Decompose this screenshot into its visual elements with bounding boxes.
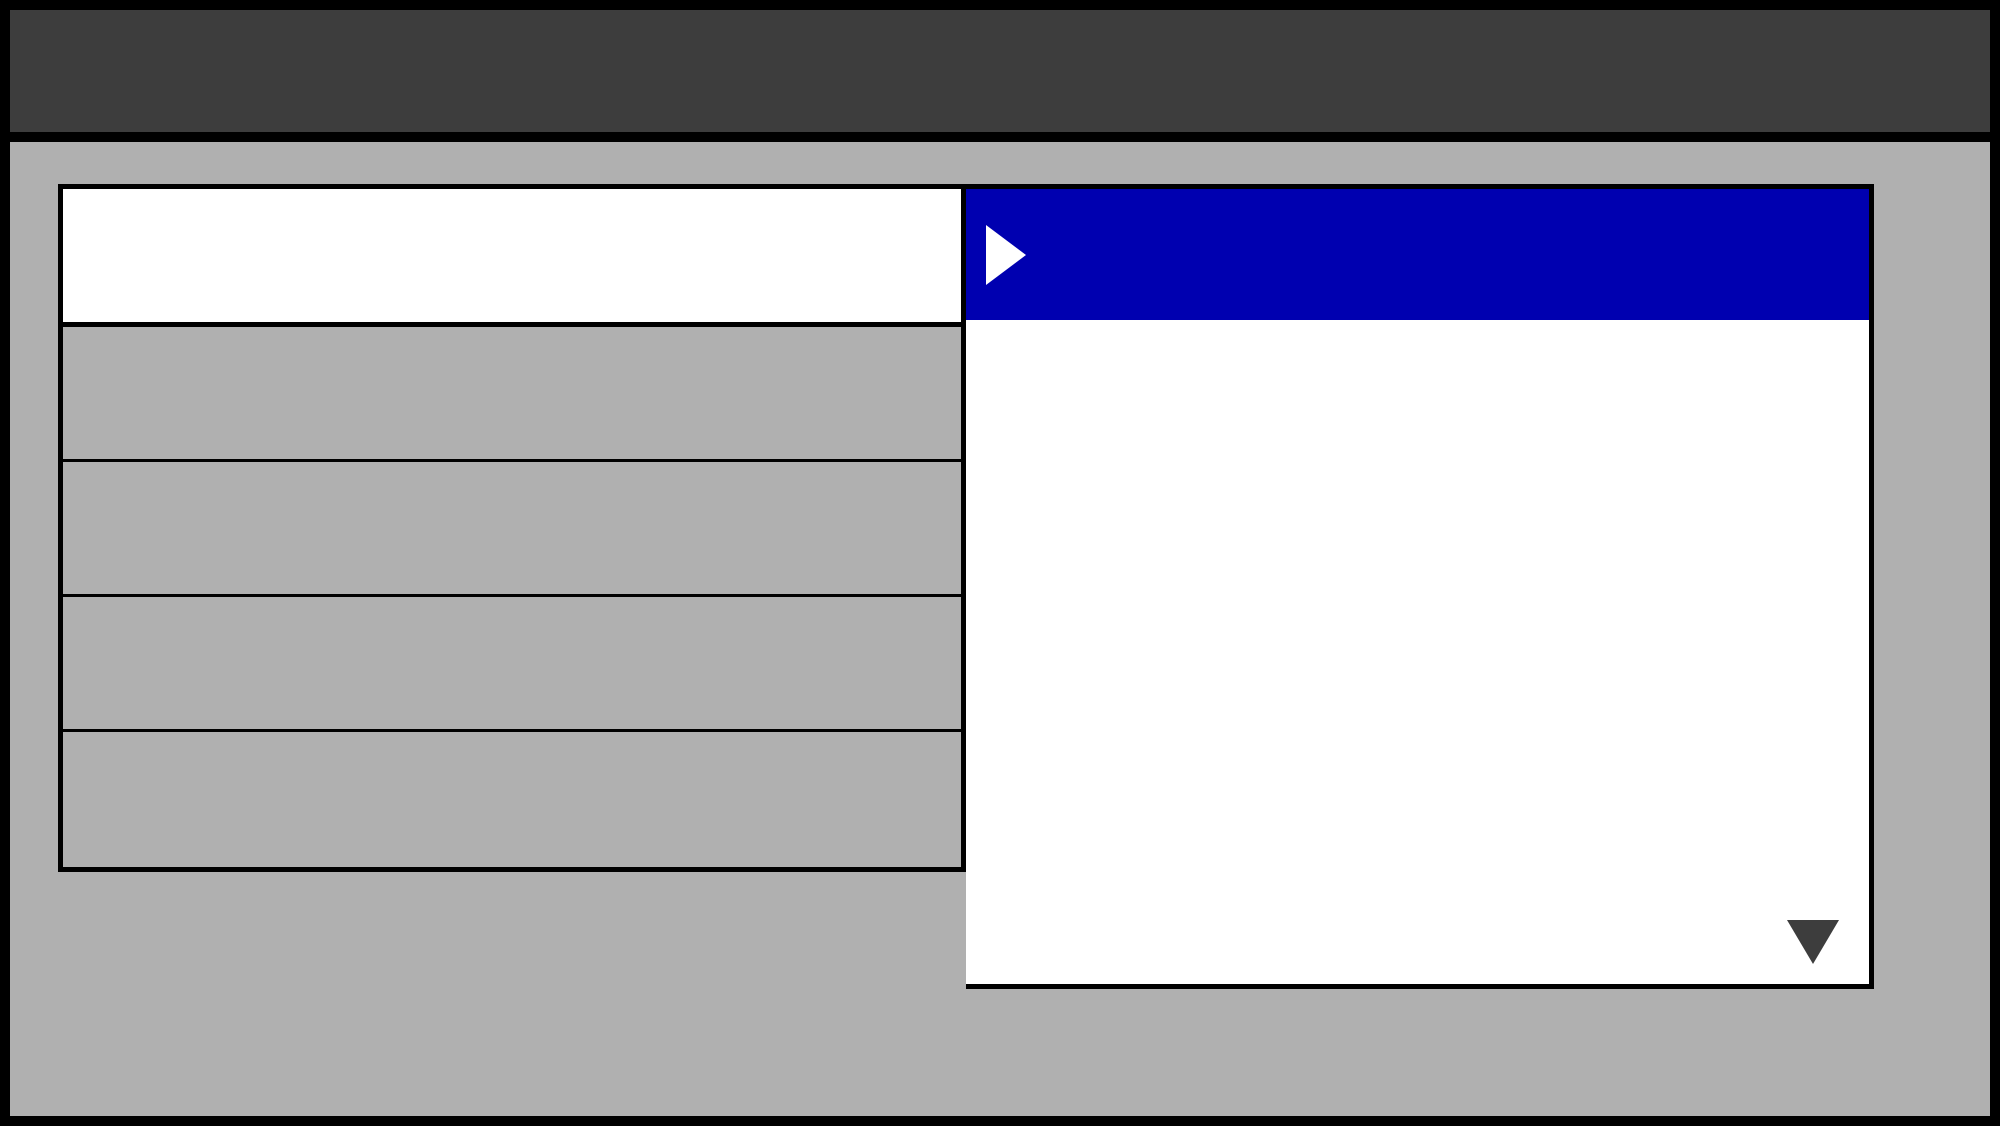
content-area xyxy=(10,142,1990,1116)
list-item-0[interactable] xyxy=(63,189,961,327)
list-item-4[interactable] xyxy=(63,732,961,867)
left-list-panel xyxy=(58,184,966,872)
right-detail-panel xyxy=(966,184,1874,989)
detail-body xyxy=(966,320,1869,984)
title-bar xyxy=(10,10,1990,142)
scroll-down-icon[interactable] xyxy=(1787,920,1839,964)
list-item-3[interactable] xyxy=(63,597,961,732)
list-item-2[interactable] xyxy=(63,462,961,597)
play-icon xyxy=(986,225,1026,285)
detail-header[interactable] xyxy=(966,189,1869,320)
window-frame xyxy=(0,0,2000,1126)
list-item-1[interactable] xyxy=(63,327,961,462)
